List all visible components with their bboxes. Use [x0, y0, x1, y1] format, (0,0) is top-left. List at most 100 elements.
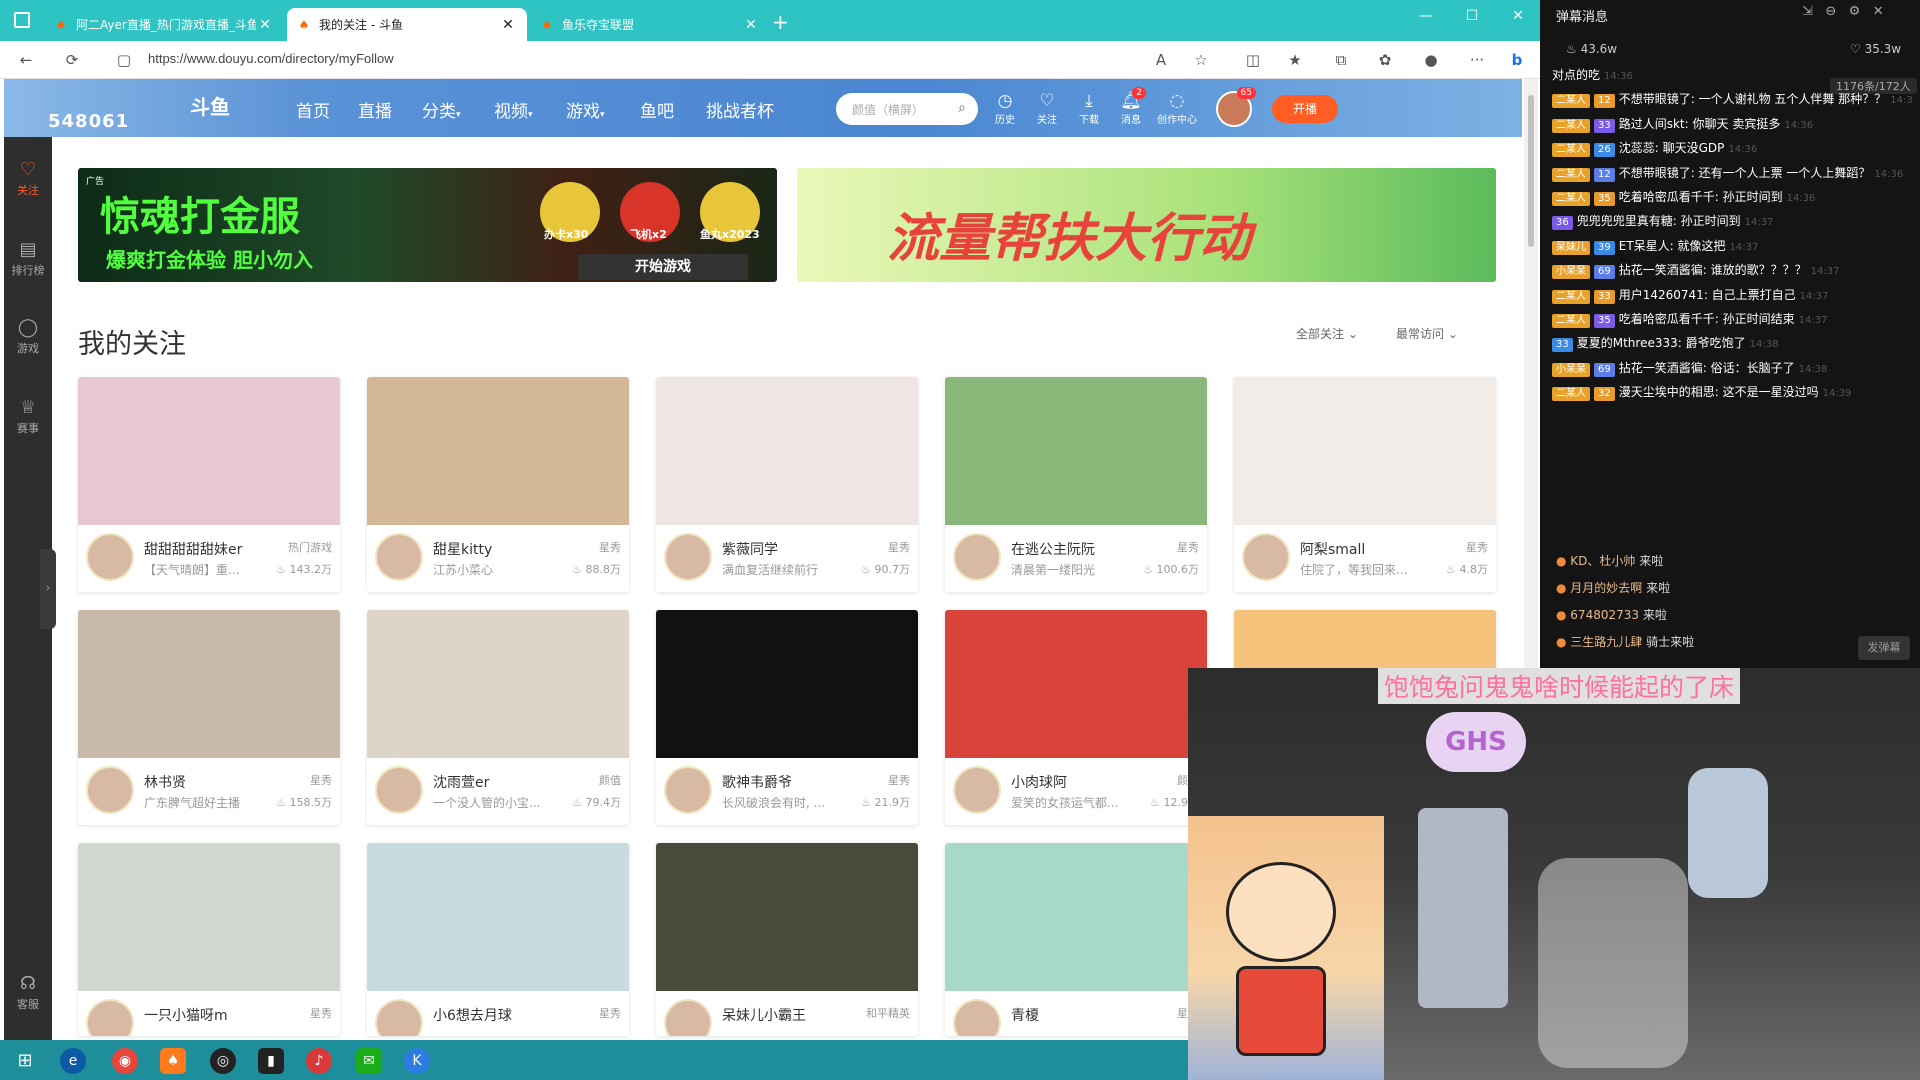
- refresh-icon[interactable]: ⟳: [62, 50, 82, 70]
- nav-live[interactable]: 直播: [358, 97, 392, 122]
- follow-card[interactable]: 小6想去月球 星秀: [367, 843, 629, 1036]
- follow-card[interactable]: 歌神韦爵爷 星秀 长风破浪会有时, ... ♨ 21.9万: [656, 610, 918, 825]
- sidebar-item-match[interactable]: ♕ 赛事: [4, 397, 52, 436]
- follow-card[interactable]: 小肉球阿颜值爱笑的女孩运气都...♨ 12.9万: [945, 610, 1207, 825]
- read-aloud-icon[interactable]: A: [1150, 50, 1172, 70]
- favorites-icon[interactable]: ★: [1284, 50, 1306, 70]
- douyu-app-icon[interactable]: ♠: [160, 1048, 186, 1074]
- new-tab-button[interactable]: +: [772, 12, 792, 32]
- follow-card[interactable]: 甜星kitty 星秀 江苏小菜心 ♨ 88.8万: [367, 377, 629, 592]
- follow-card[interactable]: 青榎星秀: [945, 843, 1207, 1036]
- stream-category[interactable]: 星秀: [310, 772, 332, 788]
- enter-user[interactable]: KD、杜小帅: [1570, 554, 1635, 568]
- collections-icon[interactable]: ⧉: [1330, 50, 1352, 70]
- stream-category[interactable]: 星秀: [310, 1005, 332, 1021]
- enter-user[interactable]: 月月的妙去啊: [1570, 581, 1642, 595]
- k-app-icon[interactable]: K: [404, 1048, 430, 1074]
- scrollbar-thumb[interactable]: [1528, 95, 1534, 247]
- stream-video-overlay[interactable]: 饱饱兔问鬼鬼啥时候能起的了床 GHS: [1188, 668, 1920, 1080]
- streamer-name[interactable]: 小6想去月球: [433, 1005, 568, 1025]
- stream-thumbnail[interactable]: [945, 843, 1207, 991]
- stream-thumbnail[interactable]: [656, 377, 918, 525]
- send-danmaku-button[interactable]: 发弹幕: [1858, 636, 1910, 660]
- stream-thumbnail[interactable]: [367, 377, 629, 525]
- stream-thumbnail[interactable]: [1234, 377, 1496, 525]
- open-live-button[interactable]: 开播: [1272, 95, 1338, 123]
- streamer-name[interactable]: 呆妹儿小霸王: [722, 1005, 857, 1025]
- streamer-avatar[interactable]: [375, 766, 423, 814]
- profile-icon[interactable]: ●: [1420, 50, 1442, 70]
- stream-thumbnail[interactable]: [945, 610, 1207, 758]
- stream-category[interactable]: 和平精英: [866, 1005, 910, 1021]
- streamer-name[interactable]: 在逃公主阮阮: [1011, 539, 1146, 559]
- streamer-avatar[interactable]: [664, 533, 712, 581]
- split-screen-icon[interactable]: ◫: [1242, 50, 1264, 70]
- streamer-avatar[interactable]: [1242, 533, 1290, 581]
- nav-category[interactable]: 分类▾: [422, 97, 461, 122]
- follow-card[interactable]: 甜甜甜甜甜妹er 热门游戏 【天气晴朗】重... ♨ 143.2万: [78, 377, 340, 592]
- follow-card[interactable]: 沈雨萱er 颜值 一个没人管的小宝... ♨ 79.4万: [367, 610, 629, 825]
- stream-thumbnail[interactable]: [78, 610, 340, 758]
- enter-user[interactable]: 674802733: [1570, 608, 1639, 622]
- stream-category[interactable]: 星秀: [888, 539, 910, 555]
- streamer-name[interactable]: 一只小猫呀m: [144, 1005, 279, 1025]
- obs-icon[interactable]: ◎: [210, 1048, 236, 1074]
- page-info-icon[interactable]: ▢: [114, 50, 134, 70]
- streamer-name[interactable]: 林书贤: [144, 772, 279, 792]
- close-tab-icon[interactable]: ✕: [256, 17, 274, 33]
- sidebar-item-rank[interactable]: ▤ 排行榜: [4, 239, 52, 278]
- streamer-avatar[interactable]: [953, 533, 1001, 581]
- stream-category[interactable]: 星秀: [599, 1005, 621, 1021]
- stream-thumbnail[interactable]: [78, 843, 340, 991]
- streamer-avatar[interactable]: [375, 533, 423, 581]
- url-field[interactable]: https://www.douyu.com/directory/myFollow: [148, 51, 394, 66]
- sidebar-item-game[interactable]: ◯ 游戏: [4, 317, 52, 356]
- more-menu-icon[interactable]: ···: [1466, 50, 1488, 70]
- follow-card[interactable]: 一只小猫呀m 星秀: [78, 843, 340, 1036]
- streamer-name[interactable]: 阿梨small: [1300, 539, 1435, 559]
- browser-tab-3[interactable]: ♠ 鱼乐夺宝联盟 ✕: [530, 8, 770, 41]
- streamer-avatar[interactable]: [86, 999, 134, 1036]
- sidebar-item-service[interactable]: ☊ 客服: [4, 973, 52, 1012]
- sidebar-item-follow[interactable]: ♡ 关注: [4, 159, 52, 198]
- filter-all-follows[interactable]: 全部关注 ⌄: [1296, 325, 1358, 342]
- follow-card[interactable]: 紫薇同学 星秀 满血复活继续前行 ♨ 90.7万: [656, 377, 918, 592]
- filter-most-visited[interactable]: 最常访问 ⌄: [1396, 325, 1458, 342]
- streamer-avatar[interactable]: [375, 999, 423, 1036]
- traffic-support-banner[interactable]: 流量帮扶大行动: [797, 168, 1496, 282]
- extension-icon[interactable]: ✿: [1374, 50, 1396, 70]
- streamer-name[interactable]: 紫薇同学: [722, 539, 857, 559]
- browser-tab-2[interactable]: ♠ 我的关注 - 斗鱼 ✕: [287, 8, 527, 41]
- tab-actions-icon[interactable]: [14, 12, 30, 28]
- follow-card[interactable]: 林书贤 星秀 广东脾气超好主播 ♨ 158.5万: [78, 610, 340, 825]
- douyu-logo[interactable]: 斗鱼: [190, 91, 230, 120]
- header-messages[interactable]: 🔔︎ 2 消息: [1114, 87, 1148, 126]
- game-ad-banner[interactable]: 广告 惊魂打金服 爆爽打金体验 胆小勿入 办卡x30 飞机x2 鱼丸x2023 …: [78, 168, 777, 282]
- follow-card[interactable]: 在逃公主阮阮 星秀 清晨第一缕阳光 ♨ 100.6万: [945, 377, 1207, 592]
- header-download[interactable]: ⤓ 下载: [1072, 91, 1106, 126]
- streamer-name[interactable]: 甜甜甜甜甜妹er: [144, 539, 279, 559]
- streamer-avatar[interactable]: [953, 766, 1001, 814]
- start-game-button[interactable]: 开始游戏: [578, 254, 748, 280]
- nav-fish-bar[interactable]: 鱼吧: [640, 97, 674, 122]
- streamer-avatar[interactable]: [86, 766, 134, 814]
- user-avatar[interactable]: 65: [1216, 87, 1256, 127]
- terminal-icon[interactable]: ▮: [258, 1048, 284, 1074]
- stream-category[interactable]: 星秀: [1466, 539, 1488, 555]
- wechat-icon[interactable]: ✉: [356, 1048, 382, 1074]
- follow-card[interactable]: 阿梨small 星秀 住院了，等我回来... ♨ 4.8万: [1234, 377, 1496, 592]
- header-follow[interactable]: ♡ 关注: [1030, 91, 1064, 126]
- nav-challenger-cup[interactable]: 挑战者杯: [706, 97, 774, 122]
- streamer-name[interactable]: 甜星kitty: [433, 539, 568, 559]
- close-icon[interactable]: ✕: [1873, 4, 1884, 19]
- stream-category[interactable]: 星秀: [888, 772, 910, 788]
- stream-category[interactable]: 热门游戏: [288, 539, 332, 555]
- back-icon[interactable]: ←: [16, 50, 36, 70]
- streamer-name[interactable]: 沈雨萱er: [433, 772, 568, 792]
- close-window-icon[interactable]: ✕: [1498, 4, 1538, 28]
- streamer-avatar[interactable]: [664, 999, 712, 1036]
- stream-thumbnail[interactable]: [656, 843, 918, 991]
- nav-video[interactable]: 视频▾: [494, 97, 533, 122]
- streamer-name[interactable]: 青榎: [1011, 1005, 1146, 1025]
- stream-category[interactable]: 星秀: [599, 539, 621, 555]
